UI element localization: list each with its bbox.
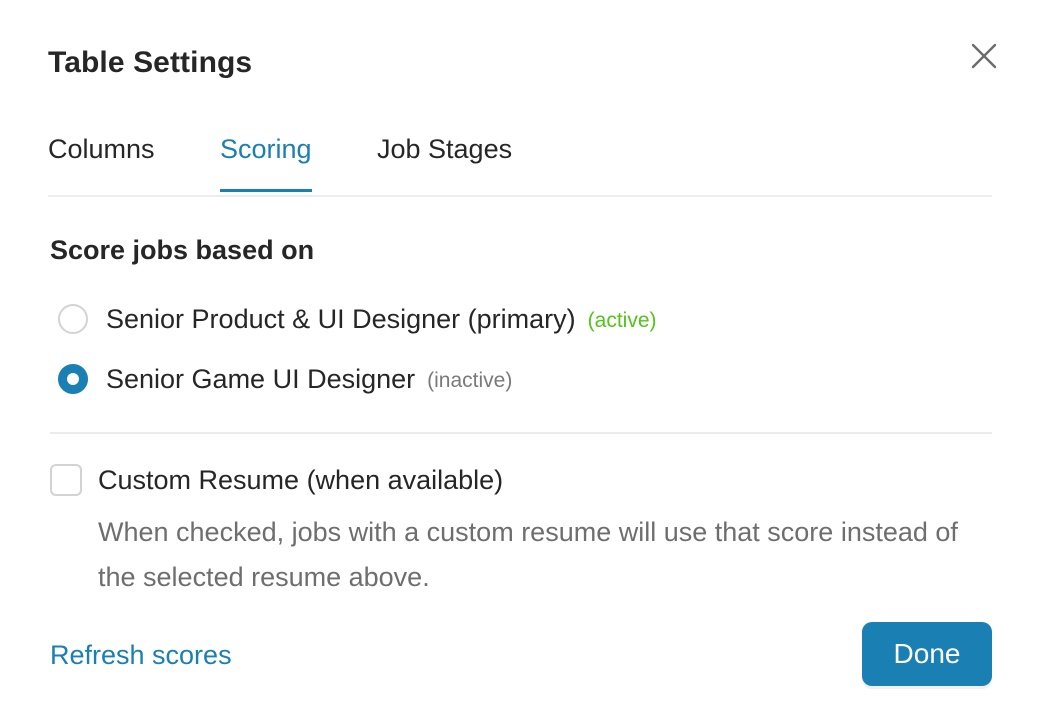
tab-columns[interactable]: Columns <box>48 134 155 189</box>
custom-resume-checkbox[interactable] <box>50 464 82 496</box>
radio-option-game[interactable]: Senior Game UI Designer (inactive) <box>58 362 512 396</box>
tab-job-stages[interactable]: Job Stages <box>377 134 512 189</box>
dialog-title: Table Settings <box>48 46 253 79</box>
section-title: Score jobs based on <box>50 235 315 265</box>
refresh-scores-link[interactable]: Refresh scores <box>50 640 232 671</box>
status-badge-active: (active) <box>587 309 657 332</box>
table-settings-dialog: Table Settings Columns Scoring Job Stage… <box>0 0 1040 726</box>
custom-resume-help-text: When checked, jobs with a custom resume … <box>98 517 958 592</box>
status-badge-inactive: (inactive) <box>427 369 513 392</box>
radio-button-primary[interactable] <box>58 304 88 334</box>
radio-label-primary: Senior Product & UI Designer (primary) <box>106 303 576 334</box>
custom-resume-option[interactable]: Custom Resume (when available) <box>50 464 503 496</box>
divider <box>50 432 992 434</box>
custom-resume-label: Custom Resume (when available) <box>98 464 504 495</box>
tab-bar: Columns Scoring Job Stages <box>48 120 992 197</box>
radio-button-game[interactable] <box>58 364 88 394</box>
radio-option-primary[interactable]: Senior Product & UI Designer (primary) (… <box>58 302 657 336</box>
tab-scoring[interactable]: Scoring <box>220 134 312 192</box>
done-button[interactable]: Done <box>862 622 992 686</box>
close-button[interactable] <box>966 38 1002 74</box>
radio-label-game: Senior Game UI Designer <box>106 363 416 394</box>
close-icon <box>971 43 997 69</box>
